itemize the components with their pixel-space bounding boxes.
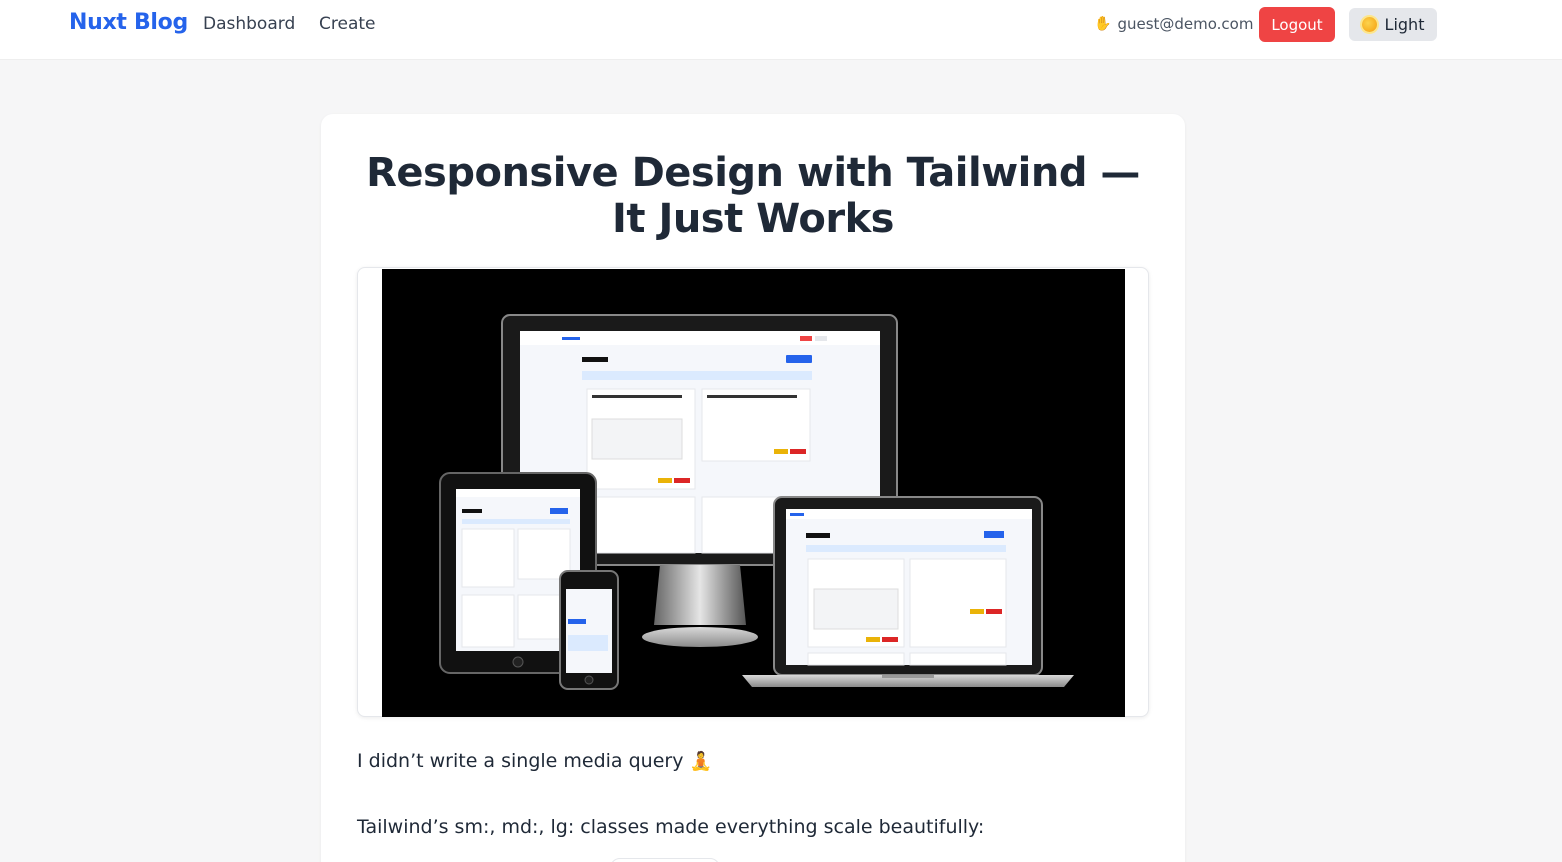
nav-create-link[interactable]: Create (319, 14, 376, 34)
nav-dashboard-link[interactable]: Dashboard (203, 14, 295, 34)
post-title: Responsive Design with Tailwind — It Jus… (366, 150, 1140, 242)
user-email: guest@demo.com (1117, 15, 1254, 33)
responsive-devices-illustration (439, 314, 1074, 690)
brand-logo[interactable]: Nuxt Blog (69, 10, 188, 35)
post-cover-image-frame (357, 267, 1149, 717)
post-paragraph-1-text: I didn’t write a single media query (357, 750, 684, 772)
theme-toggle-label: Light (1384, 15, 1425, 34)
user-info: ✋ guest@demo.com (1094, 15, 1253, 33)
sun-icon (1361, 17, 1377, 32)
post-card: Responsive Design with Tailwind — It Jus… (321, 114, 1185, 862)
person-meditating-icon: 🧘 (689, 751, 712, 772)
post-paragraph-1: I didn’t write a single media query 🧘 (357, 750, 712, 772)
post-paragraph-2: Tailwind’s sm:, md:, lg: classes made ev… (357, 816, 985, 838)
post-cover-image (382, 269, 1125, 717)
theme-toggle-button[interactable]: Light (1349, 8, 1437, 41)
waving-hand-icon: ✋ (1094, 16, 1112, 32)
code-block-top (610, 858, 720, 862)
logout-button[interactable]: Logout (1259, 7, 1335, 42)
top-navbar: Nuxt Blog Dashboard Create ✋ guest@demo.… (0, 0, 1562, 60)
